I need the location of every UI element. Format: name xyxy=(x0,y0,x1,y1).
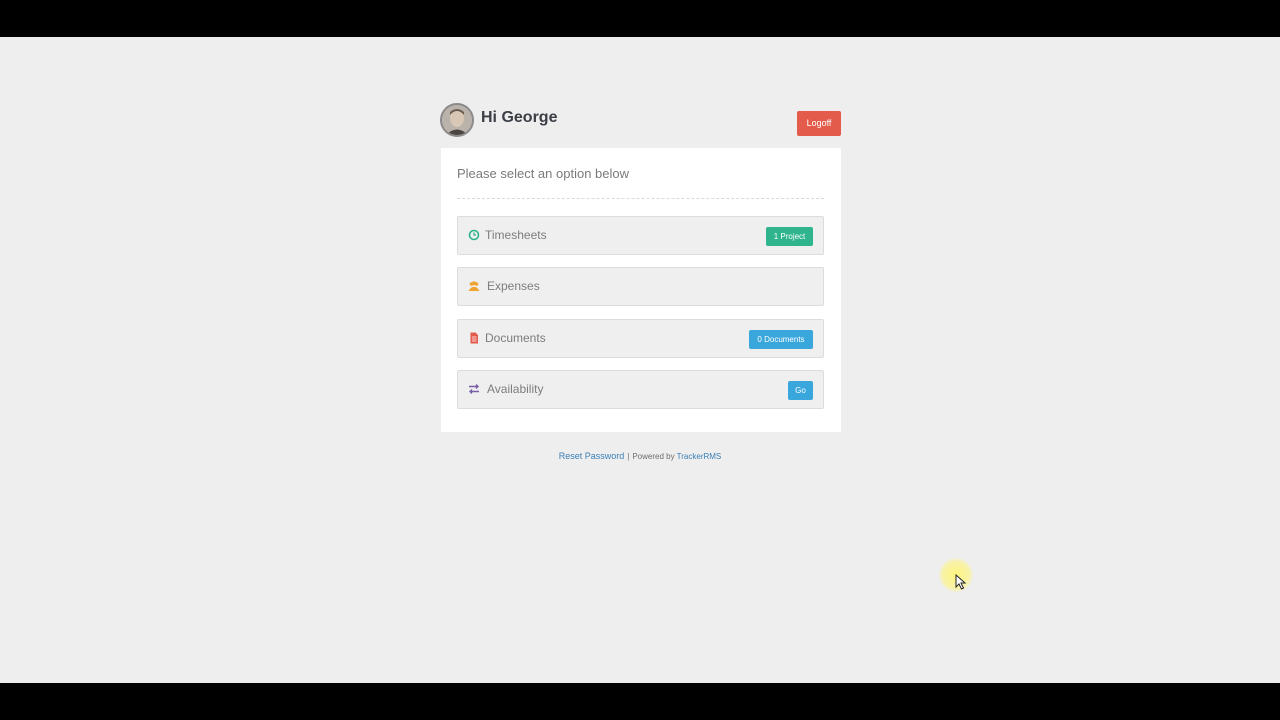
footer: Reset Password | Powered by TrackerRMS xyxy=(0,451,1280,461)
option-label: Timesheets xyxy=(485,228,547,242)
exchange-icon xyxy=(468,383,480,395)
mouse-cursor-icon xyxy=(955,574,967,590)
logoff-button[interactable]: Logoff xyxy=(797,111,841,136)
footer-separator: | xyxy=(627,452,630,461)
trackerrms-link[interactable]: TrackerRMS xyxy=(677,452,722,461)
divider xyxy=(457,198,824,199)
clock-icon xyxy=(468,229,480,241)
option-label: Expenses xyxy=(487,279,540,293)
letterbox-bottom xyxy=(0,683,1280,720)
powered-by-text: Powered by xyxy=(632,452,675,461)
greeting-title: Hi George xyxy=(481,109,558,126)
users-icon xyxy=(468,280,480,292)
document-count-badge[interactable]: 0 Documents xyxy=(749,330,813,349)
option-expenses[interactable]: Expenses xyxy=(457,267,824,306)
project-count-badge[interactable]: 1 Project xyxy=(766,227,813,246)
option-label: Documents xyxy=(485,331,546,345)
option-timesheets[interactable]: Timesheets 1 Project xyxy=(457,216,824,255)
go-button[interactable]: Go xyxy=(788,381,813,400)
page-header: Hi George Logoff xyxy=(440,103,841,137)
letterbox-top xyxy=(0,0,1280,37)
page-viewport: Hi George Logoff Please select an option… xyxy=(0,37,1280,683)
options-panel: Please select an option below Timesheets… xyxy=(441,148,841,432)
option-label: Availability xyxy=(487,382,544,396)
reset-password-link[interactable]: Reset Password xyxy=(559,451,625,461)
document-icon xyxy=(468,332,480,344)
intro-text: Please select an option below xyxy=(457,166,630,181)
option-availability[interactable]: Availability Go xyxy=(457,370,824,409)
user-photo-icon xyxy=(442,105,472,135)
avatar xyxy=(440,103,474,137)
option-documents[interactable]: Documents 0 Documents xyxy=(457,319,824,358)
